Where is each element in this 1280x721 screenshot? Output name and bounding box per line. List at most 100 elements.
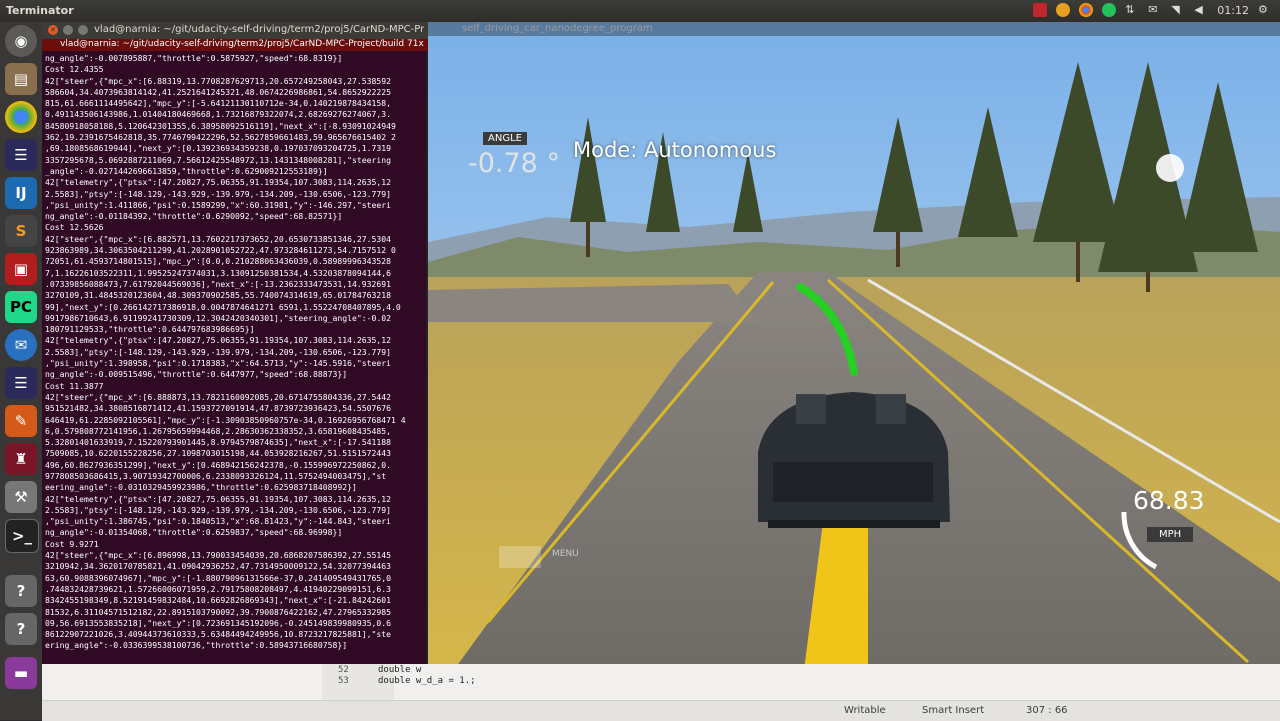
maximize-icon[interactable] [78, 25, 88, 35]
pdf-viewer-icon[interactable]: ▣ [5, 253, 37, 285]
system-tray: ⇅ ✉ ◥ ◀ 01:12 ⚙ [1033, 3, 1272, 17]
power-icon[interactable]: ⚙ [1258, 3, 1272, 17]
mode-label: Mode: Autonomous [573, 138, 777, 162]
close-icon[interactable]: ✕ [48, 25, 58, 35]
terminal-icon[interactable]: >_ [5, 519, 39, 553]
record-icon[interactable] [1033, 3, 1048, 17]
terminal-line: 977808503686415,3.90719342700006,6.23380… [45, 470, 387, 481]
terminal-line: 2.5583],"ptsy":[-148.129,-143.929,-139.9… [45, 504, 391, 515]
terminal-line: ,"psi_unity":1.411866,"psi":0.1589299,"x… [45, 199, 391, 210]
eclipse-2-icon[interactable]: ☰ [5, 367, 37, 399]
code-line[interactable]: double w [378, 665, 421, 675]
terminal-line: 6,0.579808772141956,1.26795659994468,2.2… [45, 425, 391, 436]
terminal-line: 7,1.16226103522311,1.99525247374031,3.13… [45, 267, 391, 278]
help-2-icon[interactable]: ? [5, 613, 37, 645]
terminal-line: _angle":-0.0271442696613859,"throttle":0… [45, 165, 328, 176]
terminal-line: 42["telemetry",{"ptsx":[47.20827,75.0635… [45, 177, 391, 188]
wine-icon[interactable]: ♜ [5, 443, 37, 475]
pycharm-icon[interactable]: PC [5, 291, 37, 323]
terminal-line: ng_angle":-0.01354068,"throttle":0.62598… [45, 527, 343, 538]
terminal-line: 72051,61.4593714801515],"mpc_y":[0.0,0.2… [45, 256, 391, 267]
clock[interactable]: 01:12 [1217, 4, 1249, 17]
terminal-line: 3357295678,5.0692887211069,7.56612425548… [45, 154, 391, 165]
mail-icon[interactable]: ✉ [1148, 3, 1162, 17]
help-icon[interactable]: ? [5, 575, 37, 607]
files-icon[interactable]: ▤ [5, 63, 37, 95]
gnome-app-icon[interactable]: ▬ [5, 657, 37, 689]
ubuntu-dash-icon[interactable]: ◉ [5, 25, 37, 57]
terminal-window-title: vlad@narnia: ~/git/udacity-self-driving/… [94, 24, 424, 35]
terminal-line: 42["steer",{"mpc_x":[6.896998,13.7900334… [45, 550, 391, 561]
disk-tool-icon[interactable]: ⚒ [5, 481, 37, 513]
terminal-line: 951521482,34.3808516871412,41.1593727091… [45, 403, 391, 414]
terminal-line: 362,19.2391675462818,35.7746799422296,52… [45, 132, 396, 143]
terminal-line: 42["steer",{"mpc_x":[6.888873,13.7821160… [45, 391, 391, 402]
minimize-icon[interactable] [63, 25, 73, 35]
terminal-line: .07339856088473,7.61792044569036],"next_… [45, 278, 391, 289]
sublime-icon[interactable]: S [5, 215, 37, 247]
car [758, 392, 950, 528]
angle-label: ANGLE [483, 132, 527, 145]
app-title: Terminator [6, 4, 74, 17]
terminal-line: 2.5583],"ptsy":[-148.129,-143.929,-139.9… [45, 346, 391, 357]
terminal-line: ,"psi_unity":1.398958,"psi":0.1718383,"x… [45, 358, 391, 369]
terminal-output[interactable]: ng_angle":-0.007895887,"throttle":0.5875… [42, 51, 428, 664]
terminal-line: 180791129533,"throttle":0.64479768398669… [45, 324, 255, 335]
simulator-titlebar: self_driving_car_nanodegree_program [428, 22, 1280, 36]
terminal-line: ering_angle":-0.0336399538100736,"thrott… [45, 640, 348, 651]
terminal-titlebar[interactable]: ✕ vlad@narnia: ~/git/udacity-self-drivin… [42, 22, 428, 39]
terminal-text: ng_angle":-0.007895887,"throttle":0.5875… [42, 51, 426, 652]
terminal-line: 7509085,10.6220155228256,27.109870301519… [45, 448, 391, 459]
terminal-line: 8342455198349,8.52191459832484,10.669282… [45, 595, 391, 606]
terminal-line: ng_angle":-0.007895887,"throttle":0.5875… [45, 53, 343, 63]
terminal-line: 42["telemetry",{"ptsx":[47.20827,75.0635… [45, 493, 391, 504]
thunderbird-icon[interactable]: ✉ [5, 329, 37, 361]
terminal-line: 2.5583],"ptsy":[-148.129,-143.929,-139.9… [45, 188, 391, 199]
terminal-line: 9917986710643,6.91199241730309,12.304242… [45, 312, 391, 323]
terminal-line: 646419,61.2285092105561],"mpc_y":[-1.309… [45, 414, 406, 425]
terminal-line: 42["telemetry",{"ptsx":[47.20827,75.0635… [45, 335, 391, 346]
chrome-icon[interactable] [5, 101, 37, 133]
terminal-line: 42["steer",{"mpc_x":[6.88319,13.77082876… [45, 75, 391, 86]
terminal-line: 09,56.6913553835218],"next_y":[0.7236913… [45, 617, 391, 628]
terminal-tab-title: vlad@narnia: ~/git/udacity-self-driving/… [60, 39, 424, 49]
terminal-line: Cost 12.5626 [45, 222, 104, 233]
terminal-line: ,"psi_unity":1.386745,"psi":0.1840513,"x… [45, 516, 391, 527]
angle-value: -0.78 ° [468, 148, 560, 179]
terminal-line: 81532,6.31104571512182,22.8915103790092,… [45, 606, 391, 617]
terminal-line: 63,60.9088396074967],"mpc_y":[-1.8807909… [45, 572, 391, 583]
terminal-line: 99],"next_y":[0.266142717386918,0.004787… [45, 301, 401, 312]
menu-label[interactable]: MENU [552, 549, 579, 559]
line-number: 53 [338, 676, 349, 686]
top-panel: Terminator ⇅ ✉ ◥ ◀ 01:12 ⚙ [0, 0, 1280, 22]
hangouts-icon[interactable] [1102, 3, 1117, 17]
wifi-icon[interactable]: ◥ [1171, 3, 1185, 17]
status-position: 307 : 66 [1026, 705, 1068, 716]
skype-icon[interactable] [1056, 3, 1071, 17]
simulator-window-title: self_driving_car_nanodegree_program [462, 23, 653, 34]
terminal-line: eering_angle":-0.0310329459923986,"throt… [45, 482, 357, 493]
menu-button[interactable] [499, 546, 541, 568]
status-insert: Smart Insert [922, 705, 985, 716]
terminal-tab[interactable]: vlad@narnia: ~/git/udacity-self-driving/… [42, 39, 428, 51]
terminal-line: .744832428739621,1.57266006071959,2.7917… [45, 583, 391, 594]
simulator-viewport[interactable] [428, 22, 1280, 678]
editor-pane[interactable]: 52 53 double w double w_d_a = 1.; [42, 664, 1280, 700]
terminal-line: Cost 9.9271 [45, 538, 99, 549]
volume-icon[interactable]: ◀ [1194, 3, 1208, 17]
terminal-line: 5.32801401633919,7.15220793901445,8.9794… [45, 437, 391, 448]
terminal-line: 0.491143506143986,1.01404180469668,1.732… [45, 109, 391, 120]
settings-tool-icon[interactable]: ✎ [5, 405, 37, 437]
terminal-line: ng_angle":-0.009515496,"throttle":0.6447… [45, 369, 348, 380]
network-icon[interactable]: ⇅ [1125, 3, 1139, 17]
chrome-tray-icon[interactable] [1079, 3, 1094, 17]
terminal-line: ng_angle":-0.01184392,"throttle":0.62900… [45, 211, 343, 222]
speed-value: 68.83 [1133, 486, 1205, 515]
terminal-line: Cost 11.3877 [45, 380, 104, 391]
terminal-line: 923863989,34.3063504211299,41.2028901052… [45, 245, 396, 256]
launcher: ◉ ▤ ☰ IJ S ▣ PC ✉ ☰ ✎ ♜ ⚒ >_ ? ? ▬ [0, 22, 42, 720]
code-line[interactable]: double w_d_a = 1.; [378, 676, 476, 686]
eclipse-icon[interactable]: ☰ [5, 139, 37, 171]
terminal-line: 3210942,34.3620170785821,41.09042936252,… [45, 561, 391, 572]
intellij-icon[interactable]: IJ [5, 177, 37, 209]
